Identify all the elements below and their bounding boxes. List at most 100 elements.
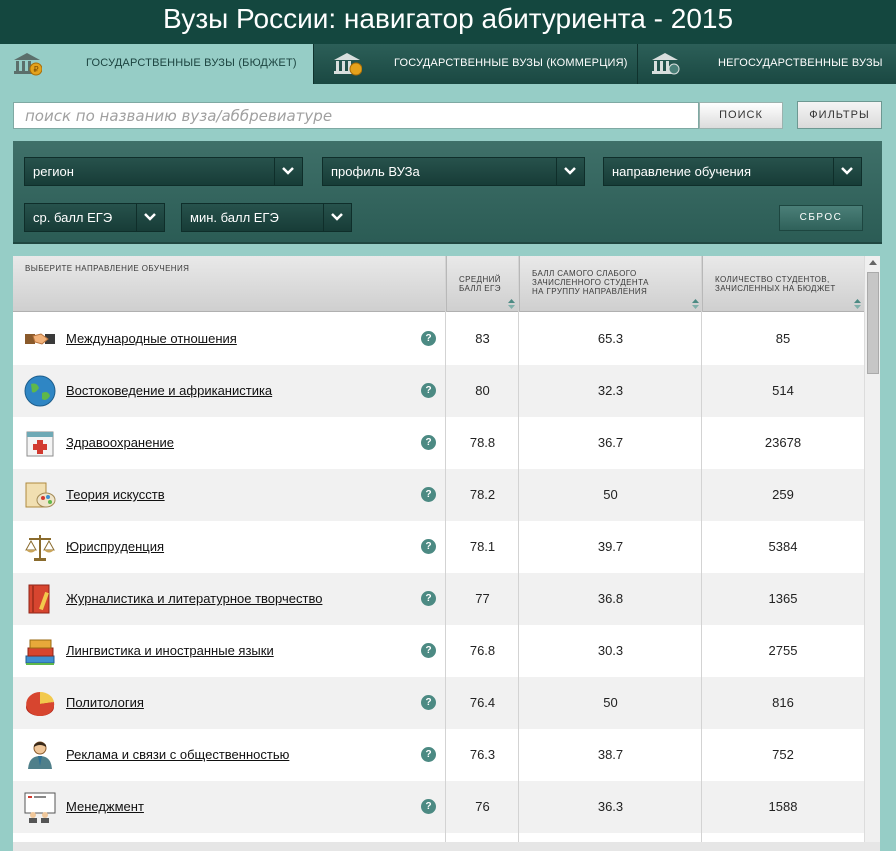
table-row[interactable]: Реклама и связи с общественностью ? 76.3…: [13, 729, 864, 781]
header-text: балл самого слабого зачисленного студент…: [532, 269, 649, 296]
header-line: зачисленного студента: [532, 278, 649, 287]
table-row[interactable]: Юриспруденция ? 78.1 39.7 5384: [13, 521, 864, 573]
header-line: зачисленных на бюджет: [715, 284, 836, 293]
header-students-count[interactable]: количество студентов, зачисленных на бюд…: [702, 256, 864, 312]
header-direction: выберите направление обучения: [13, 256, 446, 312]
art-palette-icon: [25, 482, 56, 508]
person-icon: [28, 741, 52, 769]
weakest-score-cell: 36.8: [597, 591, 624, 606]
bank-coin-icon: [334, 53, 362, 76]
avg-score-cell: 80: [475, 383, 490, 398]
direction-link[interactable]: Востоковедение и африканистика: [66, 383, 272, 398]
table-row[interactable]: Международные отношения ? 83 65.3 85: [13, 313, 864, 365]
weakest-score-cell: 50: [603, 695, 618, 710]
handshake-icon: [25, 333, 55, 345]
weakest-score-cell: 32.3: [597, 383, 624, 398]
sort-icon[interactable]: [854, 299, 861, 309]
chevron-down-icon: [323, 204, 351, 231]
horizontal-scrollbar[interactable]: [13, 842, 880, 851]
students-cell: 1365: [768, 591, 798, 606]
header-line: балл самого слабого: [532, 269, 637, 278]
column-divider: [445, 256, 446, 851]
select-label: ср. балл ЕГЭ: [33, 210, 113, 225]
bank-private-icon: [652, 53, 680, 75]
direction-link[interactable]: Менеджмент: [66, 799, 144, 814]
chevron-down-icon: [556, 158, 584, 185]
select-label: направление обучения: [612, 164, 751, 179]
help-icon[interactable]: ?: [421, 435, 436, 450]
header-line: балл ЕГЭ: [459, 284, 501, 293]
table-row[interactable]: Востоковедение и африканистика ? 80 32.3…: [13, 365, 864, 417]
direction-link[interactable]: Политология: [66, 695, 144, 710]
search-input[interactable]: [13, 102, 699, 129]
select-label: мин. балл ЕГЭ: [190, 210, 279, 225]
tab-label: государственные вузы (коммерция): [394, 57, 628, 69]
column-divider: [518, 256, 519, 851]
pie-chart-icon: [26, 691, 55, 716]
avg-score-cell: 78.2: [469, 487, 496, 502]
region-select[interactable]: регион: [24, 157, 303, 186]
avg-score-cell: 77: [475, 591, 490, 606]
help-icon[interactable]: ?: [421, 487, 436, 502]
table-row[interactable]: Журналистика и литературное творчество ?…: [13, 573, 864, 625]
min-score-select[interactable]: мин. балл ЕГЭ: [181, 203, 352, 232]
chevron-down-icon: [136, 204, 164, 231]
table-row[interactable]: Лингвистика и иностранные языки ? 76.8 3…: [13, 625, 864, 677]
direction-link[interactable]: Реклама и связи с общественностью: [66, 747, 289, 762]
table-row[interactable]: Политология ? 76.4 50 816: [13, 677, 864, 729]
help-icon[interactable]: ?: [421, 383, 436, 398]
students-cell: 2755: [768, 643, 798, 658]
header-weakest-score[interactable]: балл самого слабого зачисленного студент…: [519, 256, 702, 312]
chevron-down-icon: [833, 158, 861, 185]
globe-icon: [24, 375, 56, 407]
weakest-score-cell: 50: [603, 487, 618, 502]
help-icon[interactable]: ?: [421, 643, 436, 658]
weakest-score-cell: 36.7: [597, 435, 624, 450]
header-line: количество студентов,: [715, 275, 830, 284]
select-label: профиль ВУЗа: [331, 164, 420, 179]
direction-link[interactable]: Теория искусств: [66, 487, 165, 502]
direction-link[interactable]: Юриспруденция: [66, 539, 164, 554]
tab-label: государственные вузы (бюджет): [86, 57, 297, 69]
tab-state-commercial[interactable]: государственные вузы (коммерция): [313, 44, 637, 84]
avg-score-cell: 76.4: [469, 695, 496, 710]
weakest-score-cell: 38.7: [597, 747, 624, 762]
help-icon[interactable]: ?: [421, 591, 436, 606]
header-avg-score[interactable]: средний балл ЕГЭ: [446, 256, 519, 312]
search-button[interactable]: поиск: [699, 102, 783, 129]
table-row[interactable]: Менеджмент ? 76 36.3 1588: [13, 781, 864, 833]
tab-label: негосударственные вузы: [718, 57, 883, 69]
help-icon[interactable]: ?: [421, 331, 436, 346]
help-icon[interactable]: ?: [421, 799, 436, 814]
direction-select[interactable]: направление обучения: [603, 157, 862, 186]
filters-button[interactable]: фильтры: [797, 101, 882, 129]
scroll-up-arrow-icon[interactable]: [865, 256, 880, 270]
help-icon[interactable]: ?: [421, 539, 436, 554]
reset-button[interactable]: сброс: [779, 205, 863, 231]
presentation-icon: [24, 792, 56, 823]
direction-link[interactable]: Здравоохранение: [66, 435, 174, 450]
scroll-thumb[interactable]: [867, 272, 879, 374]
sort-icon[interactable]: [508, 299, 515, 309]
weakest-score-cell: 39.7: [597, 539, 624, 554]
profile-select[interactable]: профиль ВУЗа: [322, 157, 585, 186]
avg-score-select[interactable]: ср. балл ЕГЭ: [24, 203, 165, 232]
header-text: количество студентов, зачисленных на бюд…: [715, 275, 836, 293]
header-line: средний: [459, 275, 501, 284]
table-row[interactable]: Здравоохранение ? 78.8 36.7 23678: [13, 417, 864, 469]
table-row[interactable]: Теория искусств ? 78.2 50 259: [13, 469, 864, 521]
sort-icon[interactable]: [692, 299, 699, 309]
vertical-scrollbar[interactable]: [864, 256, 880, 851]
tab-private[interactable]: негосударственные вузы: [637, 44, 896, 84]
help-icon[interactable]: ?: [421, 747, 436, 762]
svg-text:₽: ₽: [33, 65, 38, 74]
help-icon[interactable]: ?: [421, 695, 436, 710]
students-cell: 752: [772, 747, 794, 762]
direction-link[interactable]: Журналистика и литературное творчество: [66, 591, 322, 606]
select-label: регион: [33, 164, 74, 179]
tab-bar: ₽ государственные вузы (бюджет) государс…: [0, 44, 896, 84]
chevron-down-icon: [274, 158, 302, 185]
direction-link[interactable]: Лингвистика и иностранные языки: [66, 643, 274, 658]
direction-link[interactable]: Международные отношения: [66, 331, 237, 346]
tab-state-budget[interactable]: ₽ государственные вузы (бюджет): [0, 44, 313, 84]
